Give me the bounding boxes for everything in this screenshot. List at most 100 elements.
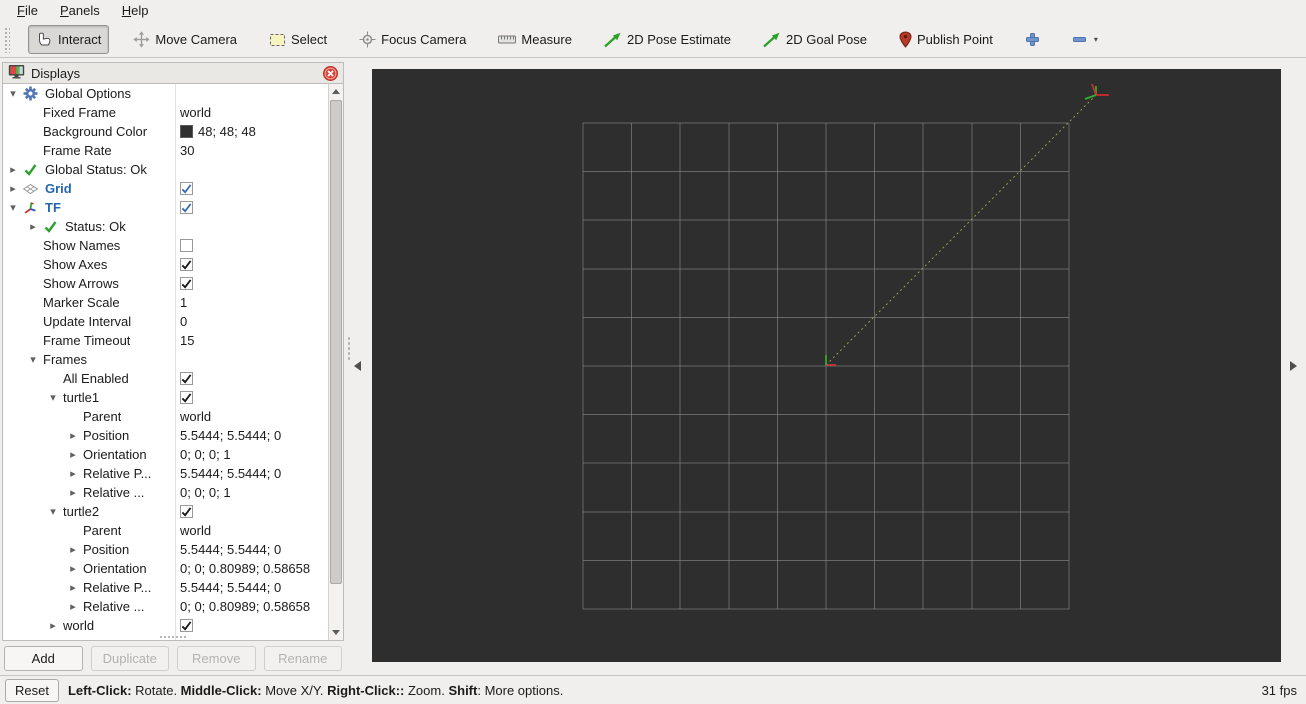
expand-arrow-icon[interactable]: ▸ — [63, 562, 83, 575]
tool-plus[interactable] — [1017, 26, 1048, 53]
tree-row-show-names[interactable]: Show Names — [3, 236, 328, 255]
tree-row-orientation[interactable]: ▸ Orientation 0; 0; 0.80989; 0.58658 — [3, 559, 328, 578]
collapse-arrow-icon[interactable]: ▾ — [43, 505, 63, 518]
tool-2d-pose-estimate[interactable]: 2D Pose Estimate — [596, 26, 739, 54]
tree-label: Orientation — [83, 561, 147, 576]
tool-minus[interactable]: ▾ — [1064, 29, 1106, 50]
toolbar-drag-handle[interactable] — [4, 26, 10, 53]
tree-row-parent[interactable]: Parent world — [3, 407, 328, 426]
tree-row-tf[interactable]: ▾ TF — [3, 198, 328, 217]
scroll-up-icon[interactable] — [329, 84, 343, 99]
expand-arrow-icon[interactable]: ▸ — [43, 619, 63, 632]
expand-arrow-icon[interactable]: ▸ — [63, 543, 83, 556]
tree-row-all-enabled[interactable]: All Enabled — [3, 369, 328, 388]
collapse-right-icon[interactable] — [1290, 361, 1297, 371]
checkbox[interactable] — [180, 201, 193, 214]
expand-arrow-icon[interactable]: ▸ — [63, 467, 83, 480]
checkbox[interactable] — [180, 182, 193, 195]
checkbox[interactable] — [180, 258, 193, 271]
tree-row-grid[interactable]: ▸ Grid — [3, 179, 328, 198]
value-text: 15 — [180, 333, 195, 348]
close-icon[interactable] — [323, 65, 338, 81]
tree-row-fixed-frame[interactable]: Fixed Frame world — [3, 103, 328, 122]
tool-interact[interactable]: Interact — [28, 25, 110, 54]
menu-file[interactable]: File — [6, 1, 49, 21]
tree-label: Marker Scale — [43, 295, 120, 310]
checkbox[interactable] — [180, 239, 193, 252]
checkbox[interactable] — [180, 372, 193, 385]
scrollbar-thumb[interactable] — [330, 100, 342, 584]
expand-arrow-icon[interactable]: ▸ — [63, 429, 83, 442]
tree-row-show-axes[interactable]: Show Axes — [3, 255, 328, 274]
collapse-arrow-icon[interactable]: ▾ — [23, 353, 43, 366]
tree-row-position[interactable]: ▸ Position 5.5444; 5.5444; 0 — [3, 426, 328, 445]
tree-label: Frame Timeout — [43, 333, 131, 348]
tool-publish-point[interactable]: Publish Point — [891, 25, 1001, 54]
tree-row-frames[interactable]: ▾ Frames — [3, 350, 328, 369]
menu-panels[interactable]: Panels — [49, 1, 111, 21]
panel-title: Displays — [31, 65, 81, 81]
tree-scrollbar[interactable] — [328, 84, 343, 640]
add-button[interactable]: Add — [4, 645, 83, 671]
tree-row-status-ok[interactable]: ▸ Status: Ok — [3, 217, 328, 236]
collapse-left-icon[interactable] — [354, 361, 361, 371]
tree-resize-handle[interactable] — [159, 635, 187, 640]
panel-splitter[interactable] — [344, 58, 372, 675]
gear-icon — [23, 86, 38, 101]
render-viewport[interactable] — [372, 69, 1281, 662]
tree-label: Update Interval — [43, 314, 132, 329]
expand-arrow-icon[interactable]: ▸ — [3, 163, 23, 176]
splitter-grip[interactable] — [347, 336, 352, 362]
tree-label: Frames — [43, 352, 88, 367]
expand-arrow-icon[interactable]: ▸ — [23, 220, 43, 233]
tree-row-position[interactable]: ▸ Position 5.5444; 5.5444; 0 — [3, 540, 328, 559]
tree-row-marker-scale[interactable]: Marker Scale 1 — [3, 293, 328, 312]
checkbox[interactable] — [180, 619, 193, 632]
tree-row-global-options[interactable]: ▾ Global Options — [3, 84, 328, 103]
tree-row-show-arrows[interactable]: Show Arrows — [3, 274, 328, 293]
tree-row-background-color[interactable]: Background Color 48; 48; 48 — [3, 122, 328, 141]
tree-row-turtle2[interactable]: ▾ turtle2 — [3, 502, 328, 521]
expand-arrow-icon[interactable]: ▸ — [63, 448, 83, 461]
tree-label: Show Axes — [43, 257, 108, 272]
expand-arrow-icon[interactable]: ▸ — [63, 581, 83, 594]
tree-row-relative[interactable]: ▸ Relative ... 0; 0; 0.80989; 0.58658 — [3, 597, 328, 616]
tree-row-relative[interactable]: ▸ Relative ... 0; 0; 0; 1 — [3, 483, 328, 502]
tool-measure[interactable]: Measure — [490, 26, 580, 53]
expand-arrow-icon[interactable]: ▸ — [63, 486, 83, 499]
tool-label: Interact — [58, 32, 102, 47]
tree-row-world[interactable]: ▸ world — [3, 616, 328, 635]
tree-row-frame-rate[interactable]: Frame Rate 30 — [3, 141, 328, 160]
dropdown-caret-icon[interactable]: ▾ — [1094, 35, 1098, 44]
focus-icon — [359, 31, 376, 48]
checkbox[interactable] — [180, 391, 193, 404]
tool-select[interactable]: Select — [261, 25, 335, 54]
expand-arrow-icon[interactable]: ▸ — [63, 600, 83, 613]
scroll-down-icon[interactable] — [329, 625, 343, 640]
displays-panel-header[interactable]: Displays — [2, 62, 344, 84]
tree-row-turtle1[interactable]: ▾ turtle1 — [3, 388, 328, 407]
tree-row-global-status-ok[interactable]: ▸ Global Status: Ok — [3, 160, 328, 179]
tool-move-camera[interactable]: Move Camera — [125, 25, 245, 54]
tree-row-relative-p[interactable]: ▸ Relative P... 5.5444; 5.5444; 0 — [3, 464, 328, 483]
tree-row-frame-timeout[interactable]: Frame Timeout 15 — [3, 331, 328, 350]
tree-row-orientation[interactable]: ▸ Orientation 0; 0; 0; 1 — [3, 445, 328, 464]
3d-scene[interactable] — [372, 69, 1281, 662]
checkbox[interactable] — [180, 277, 193, 290]
tree-label: turtle1 — [63, 390, 100, 405]
collapse-arrow-icon[interactable]: ▾ — [43, 391, 63, 404]
tool-focus-camera[interactable]: Focus Camera — [351, 25, 474, 54]
scrollbar-track[interactable] — [329, 99, 343, 625]
expand-arrow-icon[interactable]: ▸ — [3, 182, 23, 195]
tree-row-update-interval[interactable]: Update Interval 0 — [3, 312, 328, 331]
tree-row-parent[interactable]: Parent world — [3, 521, 328, 540]
rviz-window: File Panels Help Interact Move Camera Select… — [0, 0, 1306, 704]
collapse-arrow-icon[interactable]: ▾ — [3, 87, 23, 100]
collapse-arrow-icon[interactable]: ▾ — [3, 201, 23, 214]
menu-help[interactable]: Help — [111, 1, 160, 21]
checkbox[interactable] — [180, 505, 193, 518]
tf-icon — [23, 200, 38, 215]
tool-2d-goal-pose[interactable]: 2D Goal Pose — [755, 26, 875, 54]
reset-button[interactable]: Reset — [5, 678, 59, 702]
tree-row-relative-p[interactable]: ▸ Relative P... 5.5444; 5.5444; 0 — [3, 578, 328, 597]
